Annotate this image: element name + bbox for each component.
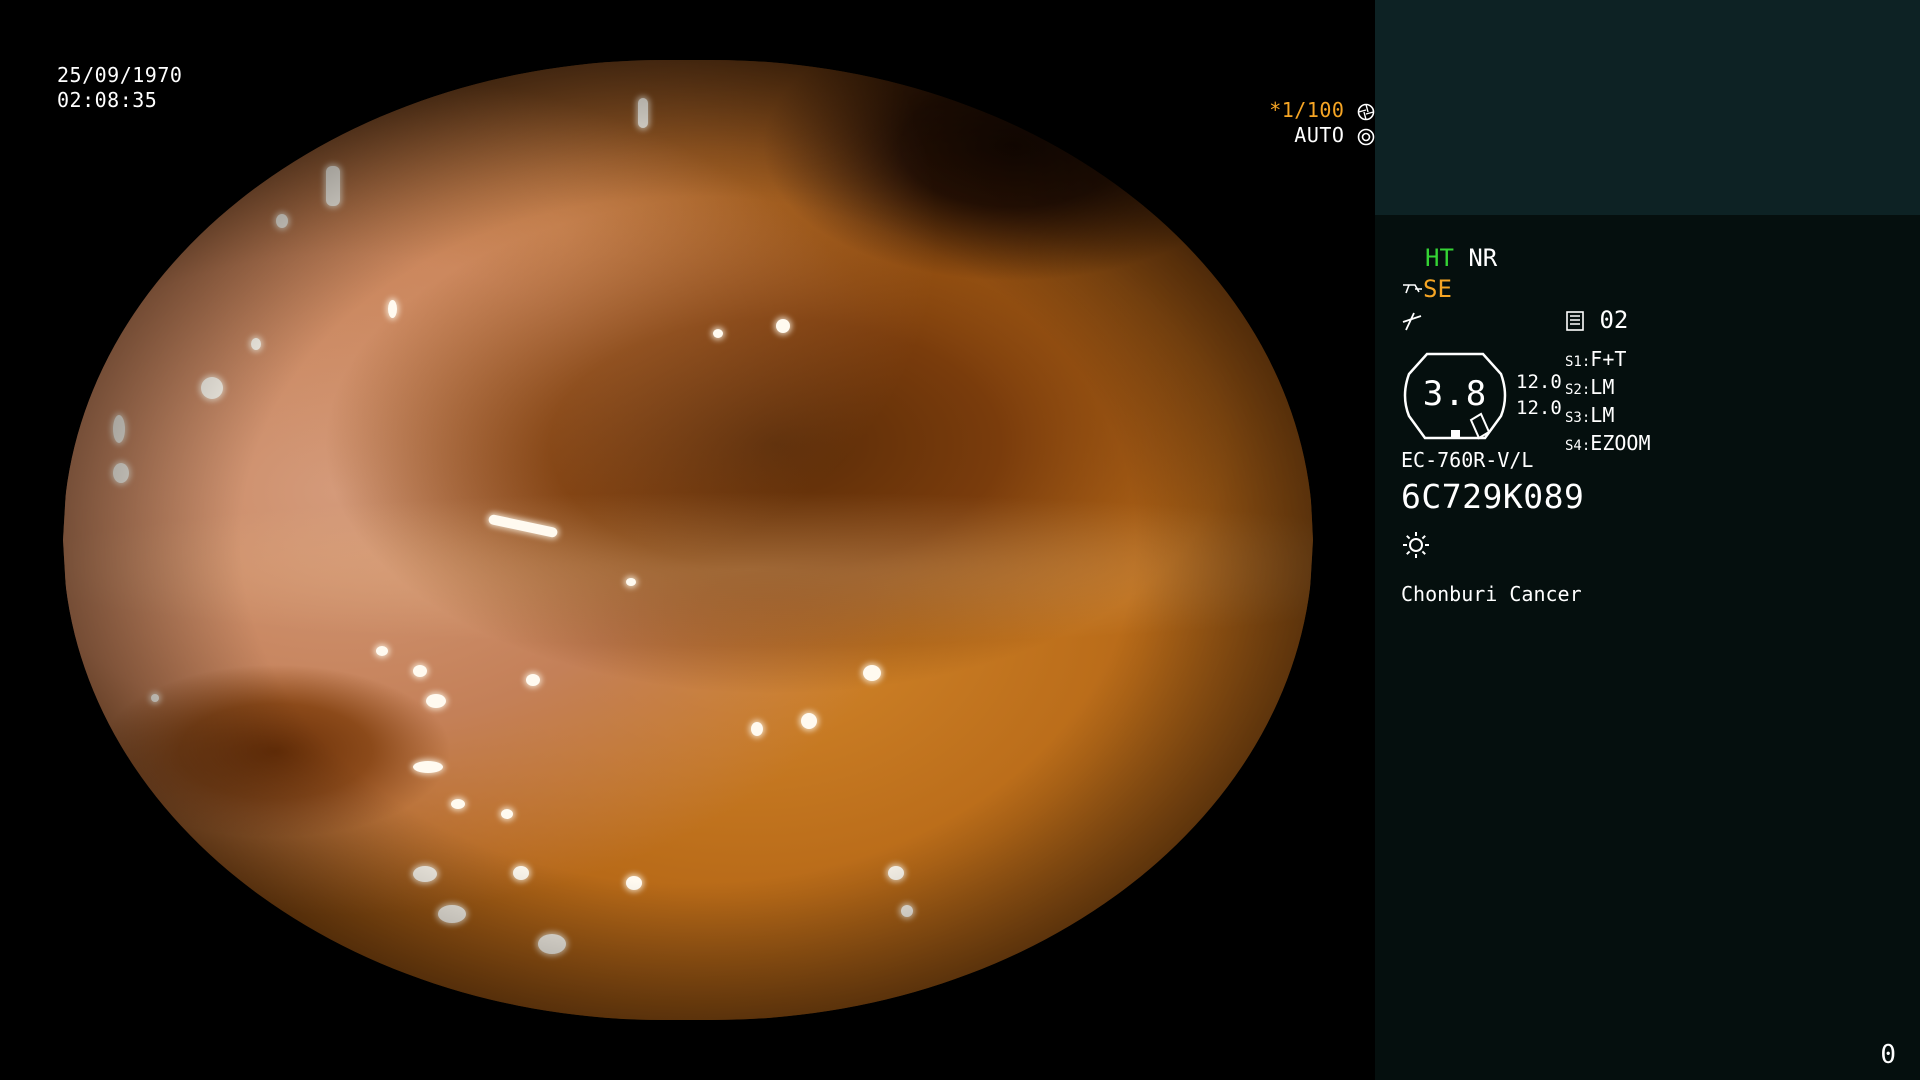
shutter-speed-line: *1/100 (55, 98, 1375, 123)
light-source-icon (1403, 532, 1429, 558)
structure-enhancement: SE (1401, 274, 1452, 304)
gauge-value-bottom: 12.0 (1516, 397, 1562, 419)
shutter-speed-text: *1/100 (1269, 98, 1345, 122)
endoscopy-viewport: 25/09/1970 02:08:35 *1/100 AUTO (0, 0, 1375, 1080)
zoom-gauge: 3.8 (1401, 352, 1509, 440)
nr-indicator: NR (1468, 244, 1498, 272)
exposure-settings: *1/100 AUTO (55, 98, 1375, 148)
scope-switches: S1:F+T S2:LM S3:LM S4:EZOOM (1565, 347, 1651, 459)
memory-card-icon (1566, 311, 1584, 331)
switch-key: S3: (1565, 410, 1591, 426)
hospital-name: Chonburi Cancer (1401, 582, 1582, 606)
switch-value: F+T (1590, 347, 1627, 371)
endoscopy-image (63, 60, 1313, 1020)
switch-value: EZOOM (1590, 431, 1651, 455)
iris-ring-icon (1357, 128, 1375, 145)
switch-key: S4: (1565, 438, 1591, 454)
se-indicator: SE (1423, 275, 1452, 303)
ht-indicator: HT (1425, 244, 1454, 272)
noise-indicator (1401, 305, 1423, 335)
iris-mode-text: AUTO (1294, 123, 1345, 147)
switch-row-s2: S2:LM (1565, 375, 1651, 403)
date-text: 25/09/1970 (57, 63, 183, 87)
switch-row-s4: S4:EZOOM (1565, 431, 1651, 459)
iris-mode-line: AUTO (55, 123, 1375, 148)
aperture-icon (1357, 103, 1375, 120)
switch-key: S2: (1565, 382, 1591, 398)
scope-model: EC-760R-V/L (1401, 448, 1534, 472)
save-count: 02 (1565, 305, 1628, 335)
panel-header (1375, 0, 1920, 215)
switch-value: LM (1590, 375, 1615, 399)
noise-icon (1402, 312, 1422, 331)
switch-row-s1: S1:F+T (1565, 347, 1651, 375)
info-panel: HT NR SE 02 3.8 12.0 12.0 S1:F+T S2:LM S… (1375, 0, 1920, 1080)
switch-value: LM (1590, 403, 1615, 427)
save-count-text: 02 (1599, 306, 1629, 334)
zoom-value: 3.8 (1422, 374, 1488, 414)
image-counter: 0 (1880, 1040, 1896, 1070)
switch-key: S1: (1565, 354, 1591, 370)
enhancement-mode: HT NR (1425, 243, 1497, 273)
gauge-value-top: 12.0 (1516, 371, 1562, 393)
switch-row-s3: S3:LM (1565, 403, 1651, 431)
scope-serial: 6C729K089 (1401, 477, 1585, 516)
scope-tip-icon (1403, 284, 1422, 294)
